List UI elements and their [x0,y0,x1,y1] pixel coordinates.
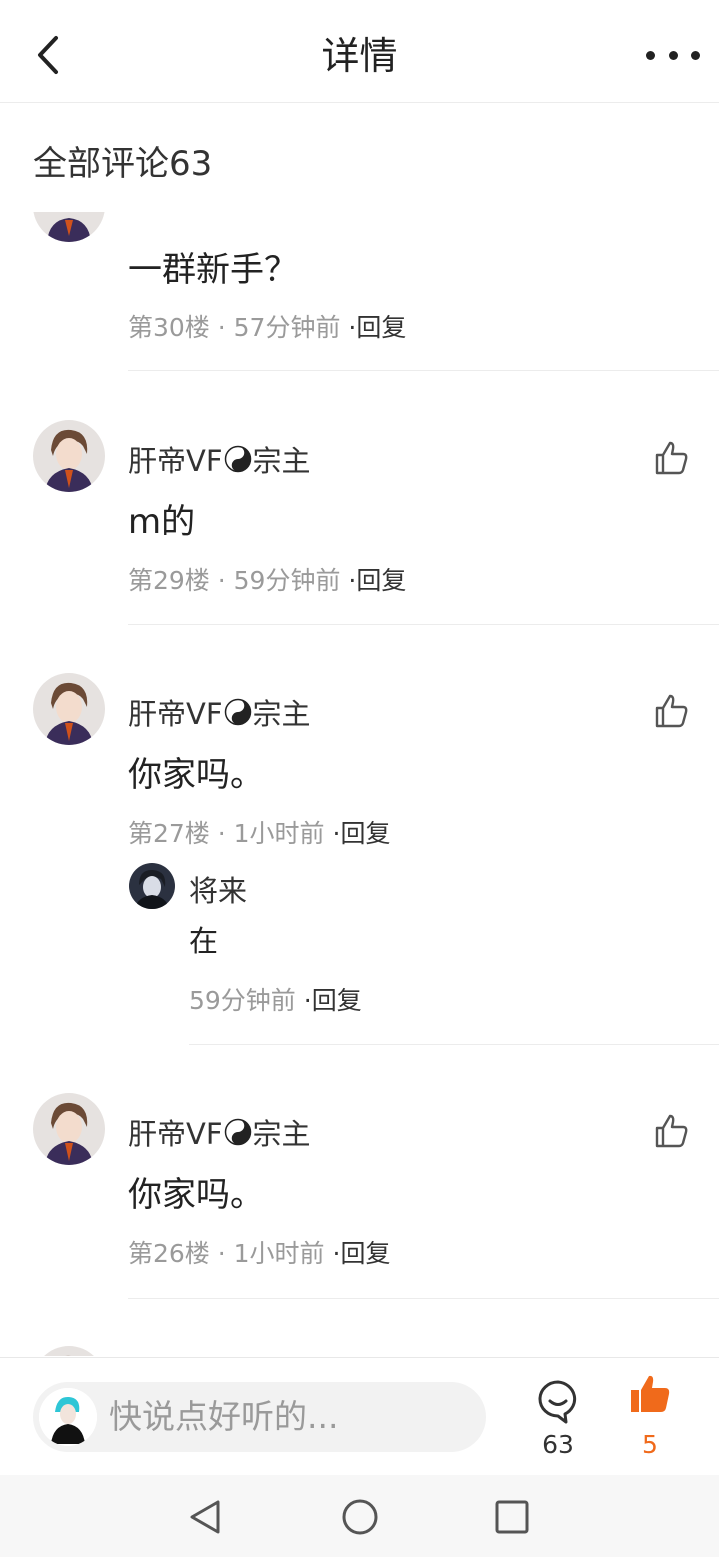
like-count: 5 [642,1430,658,1459]
comment-list[interactable]: 一群新手？ 第30楼 · 57分钟前 ·回复 肝帝VF 宗主 m的 第29楼 ·… [0,212,719,1356]
comment-time: 1小时前 [233,1239,325,1268]
avatar-image [33,212,105,242]
avatar-image [33,673,105,745]
comment-author[interactable]: 肝帝VF 宗主 [128,691,311,733]
avatar[interactable] [33,420,105,492]
avatar[interactable] [33,673,105,745]
comment-meta: 第27楼 · 1小时前 ·回复 [128,814,390,850]
comment-count: 63 [542,1430,574,1459]
divider [189,1044,719,1045]
comment-meta: 第30楼 · 57分钟前 ·回复 [128,308,406,344]
divider [128,624,719,625]
system-nav-bar [0,1475,719,1557]
like-icon[interactable] [653,1113,689,1149]
triangle-back-icon[interactable] [184,1495,228,1539]
meta-separator: · [209,819,234,848]
floor-number: 第27楼 [128,819,210,848]
comment-meta: 第29楼 · 59分钟前 ·回复 [128,561,406,597]
top-bar: 详情 [0,0,719,103]
dot [646,50,655,60]
comment-time: 59分钟前 [189,986,296,1015]
like-filled-icon[interactable] [628,1372,672,1416]
all-comments-title: 全部评论63 [33,144,213,184]
comment-time: 57分钟前 [233,313,341,342]
avatar[interactable] [33,212,105,242]
avatar-image [39,1388,97,1446]
dot [691,50,700,60]
avatar[interactable] [129,863,175,909]
comment-text: 你家吗。 [128,1175,264,1215]
author-name: 肝帝VF [128,697,223,731]
comment-time: 1小时前 [233,819,325,848]
comment-bubble-icon[interactable] [533,1376,583,1426]
page-title: 详情 [321,34,398,78]
avatar[interactable] [33,1093,105,1165]
comment-input[interactable]: 快说点好听的... [33,1382,486,1452]
author-name: 肝帝VF [128,444,223,478]
comment-text: m的 [128,502,196,542]
author-title: 宗主 [252,1117,311,1151]
floor-number: 第29楼 [128,566,210,595]
author-title: 宗主 [252,697,311,731]
divider [128,370,719,371]
like-icon[interactable] [653,693,689,729]
meta-separator: · [209,313,234,342]
comment-text: 你家吗。 [128,755,264,795]
author-title: 宗主 [252,444,311,478]
sub-reply-meta: 59分钟前 ·回复 [189,981,362,1017]
bottom-action-bar: 快说点好听的... 63 5 [0,1357,719,1476]
comment-meta: 第26楼 · 1小时前 ·回复 [128,1234,390,1270]
reply-button[interactable]: ·回复 [348,566,406,595]
square-recents-icon[interactable] [490,1495,534,1539]
avatar [39,1388,97,1446]
sub-reply-text: 在 [189,924,219,958]
author-name: 肝帝VF [128,1117,223,1151]
avatar-image [33,1346,105,1356]
sub-reply-author[interactable]: 将来 [189,868,247,910]
reply-button[interactable]: ·回复 [333,819,391,848]
avatar-image [129,863,175,909]
avatar-image [33,1093,105,1165]
divider [128,1298,719,1299]
input-placeholder: 快说点好听的... [109,1397,339,1436]
comment-author[interactable]: 肝帝VF 宗主 [128,438,311,480]
reply-button[interactable]: ·回复 [348,313,406,342]
like-icon[interactable] [653,440,689,476]
avatar[interactable] [33,1346,105,1356]
dot [668,50,678,60]
meta-separator: · [209,1239,234,1268]
avatar-image [33,420,105,492]
reply-button[interactable]: ·回复 [304,986,362,1015]
yinyang-icon [224,1118,251,1146]
circle-home-icon[interactable] [338,1495,382,1539]
reply-button[interactable]: ·回复 [333,1239,391,1268]
yinyang-icon [224,698,251,726]
comment-time: 59分钟前 [233,566,341,595]
meta-separator: · [209,566,234,595]
floor-number: 第26楼 [128,1239,210,1268]
yinyang-icon [224,445,251,473]
comment-author[interactable]: 肝帝VF 宗主 [128,1111,311,1153]
floor-number: 第30楼 [128,313,210,342]
comment-text: 一群新手？ [128,250,298,290]
more-dots-icon[interactable] [646,30,700,80]
